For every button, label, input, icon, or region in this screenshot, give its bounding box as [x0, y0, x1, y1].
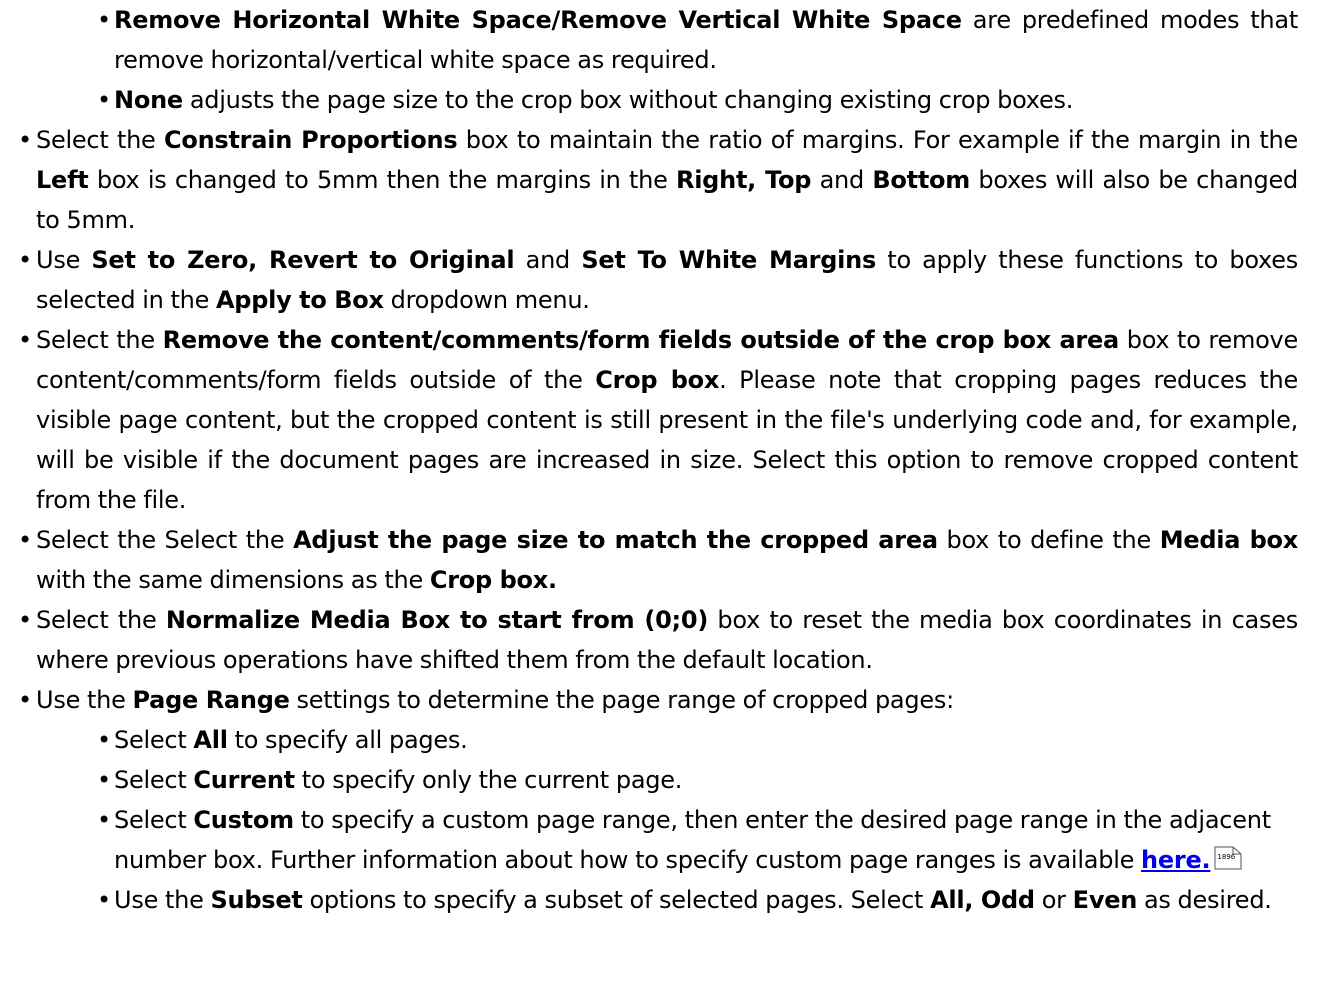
list-item-normalize-media-box: Select the Normalize Media Box to start … — [18, 600, 1298, 680]
term-bottom: Bottom — [872, 166, 971, 194]
term-adjust-page-size: Adjust the page size to match the croppe… — [293, 526, 938, 554]
list-item-none: None adjusts the page size to the crop b… — [97, 80, 1298, 120]
term-custom: Custom — [193, 806, 294, 834]
term-current: Current — [193, 766, 295, 794]
list-item-remove-white-space: Remove Horizontal White Space/Remove Ver… — [97, 0, 1298, 80]
term-none: None — [114, 86, 183, 114]
term-right-top: Right, Top — [675, 166, 812, 194]
term-crop-box: Crop box — [595, 366, 720, 394]
list-item-page-range: Use the Page Range settings to determine… — [18, 680, 1298, 920]
term-left: Left — [36, 166, 89, 194]
list-item-custom: Select Custom to specify a custom page r… — [97, 800, 1298, 880]
list-item-adjust-page-size: Select the Select the Adjust the page si… — [18, 520, 1299, 600]
term-media-box: Media box — [1159, 526, 1299, 554]
term-normalize-media-box: Normalize Media Box to start from (0;0) — [165, 606, 709, 634]
list-item-remove-content: Select the Remove the content/comments/f… — [18, 320, 1298, 520]
term-set-to-white-margins: Set To White Margins — [581, 246, 877, 274]
page-reference-number: 1896 — [1217, 853, 1236, 861]
list-item-subset: Use the Subset options to specify a subs… — [97, 880, 1298, 920]
term-constrain-proportions: Constrain Proportions — [163, 126, 458, 154]
term-page-range: Page Range — [132, 686, 290, 714]
crop-mode-list: Remove Horizontal White Space/Remove Ver… — [0, 0, 1298, 120]
page-reference-icon[interactable]: 1896 — [1214, 846, 1242, 870]
options-list: Select the Constrain Proportions box to … — [0, 120, 1298, 920]
term-apply-to-box: Apply to Box — [215, 286, 384, 314]
term-remove-content: Remove the content/comments/form fields … — [162, 326, 1120, 354]
term-subset: Subset — [210, 886, 303, 914]
term-remove-white-space: Remove Horizontal White Space/Remove Ver… — [114, 6, 962, 34]
term-set-to-zero: Set to Zero, Revert to Original — [91, 246, 515, 274]
term-all: All — [193, 726, 228, 754]
here-link[interactable]: here. — [1141, 846, 1211, 874]
list-item-all: Select All to specify all pages. — [97, 720, 1298, 760]
list-item-set-to-zero: Use Set to Zero, Revert to Original and … — [18, 240, 1298, 320]
term-all-odd: All, Odd — [930, 886, 1035, 914]
term-crop-box-2: Crop box. — [429, 566, 557, 594]
list-item-constrain-proportions: Select the Constrain Proportions box to … — [18, 120, 1298, 240]
term-even: Even — [1072, 886, 1138, 914]
page-range-sublist: Select All to specify all pages. Select … — [36, 720, 1298, 920]
list-item-current: Select Current to specify only the curre… — [97, 760, 1298, 800]
help-document: Remove Horizontal White Space/Remove Ver… — [0, 0, 1318, 995]
